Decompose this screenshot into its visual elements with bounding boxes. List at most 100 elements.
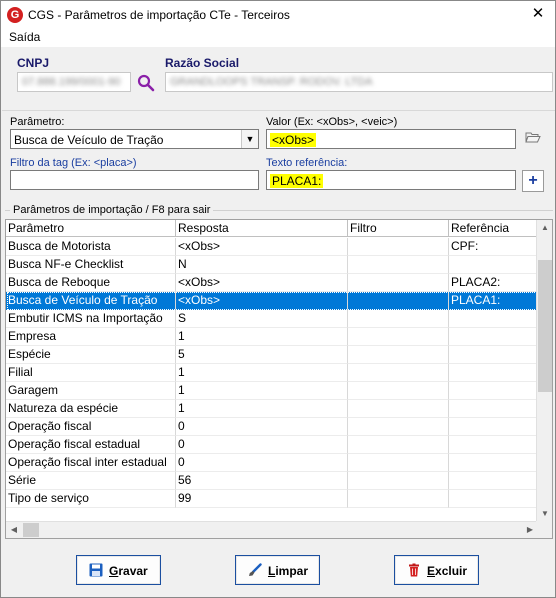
table-cell[interactable]: N: [176, 256, 348, 274]
table-cell[interactable]: [449, 364, 538, 382]
table-cell[interactable]: [449, 490, 538, 508]
column-header-resposta[interactable]: Resposta: [176, 220, 348, 237]
cnpj-field[interactable]: 07.888.199/0001-90: [17, 72, 131, 92]
table-row[interactable]: Tipo de serviço 99: [6, 490, 538, 508]
table-cell[interactable]: [449, 400, 538, 418]
table-cell[interactable]: 0: [176, 454, 348, 472]
table-cell[interactable]: [348, 400, 449, 418]
table-cell[interactable]: [449, 472, 538, 490]
chevron-down-icon[interactable]: ▼: [241, 130, 258, 148]
table-row[interactable]: Busca NF-e Checklist N: [6, 256, 538, 274]
table-row[interactable]: Busca de Veículo de Tração <xObs> PLACA1:: [6, 292, 538, 310]
table-cell[interactable]: [348, 328, 449, 346]
valor-input[interactable]: <xObs>: [266, 129, 516, 149]
table-cell[interactable]: <xObs>: [176, 238, 348, 256]
table-cell[interactable]: <xObs>: [176, 292, 348, 310]
table-cell[interactable]: Filial: [6, 364, 176, 382]
table-row[interactable]: Operação fiscal inter estadual 0: [6, 454, 538, 472]
scroll-down-icon[interactable]: ▼: [537, 506, 552, 522]
table-cell[interactable]: Busca de Reboque: [6, 274, 176, 292]
razao-social-field[interactable]: GRANDLOOPS TRANSP. RODOV. LTDA: [165, 72, 553, 92]
filtro-tag-input[interactable]: [10, 170, 259, 190]
table-cell[interactable]: [348, 490, 449, 508]
table-cell[interactable]: [348, 292, 449, 310]
table-cell[interactable]: [348, 364, 449, 382]
horizontal-scrollbar[interactable]: ◀ ▶: [6, 521, 538, 538]
table-cell[interactable]: [348, 418, 449, 436]
column-header-referencia[interactable]: Referência: [449, 220, 538, 237]
table-cell[interactable]: 5: [176, 346, 348, 364]
table-cell[interactable]: [449, 310, 538, 328]
table-row[interactable]: Série 56: [6, 472, 538, 490]
table-row[interactable]: Embutir ICMS na Importação S: [6, 310, 538, 328]
table-cell[interactable]: 0: [176, 436, 348, 454]
table-cell[interactable]: 99: [176, 490, 348, 508]
table-cell[interactable]: 1: [176, 400, 348, 418]
table-cell[interactable]: Natureza da espécie: [6, 400, 176, 418]
column-header-parametro[interactable]: Parâmetro: [6, 220, 176, 237]
table-cell[interactable]: [348, 454, 449, 472]
table-cell[interactable]: Série: [6, 472, 176, 490]
folder-open-icon[interactable]: [525, 129, 541, 145]
table-cell[interactable]: [449, 382, 538, 400]
table-cell[interactable]: Busca de Veículo de Tração: [6, 292, 176, 310]
table-cell[interactable]: [348, 256, 449, 274]
table-row[interactable]: Busca de Reboque <xObs> PLACA2:: [6, 274, 538, 292]
table-cell[interactable]: PLACA2:: [449, 274, 538, 292]
limpar-button[interactable]: Limpar: [235, 555, 320, 585]
table-row[interactable]: Busca de Motorista <xObs> CPF:: [6, 238, 538, 256]
menu-item-saida[interactable]: Saída: [9, 30, 40, 44]
table-cell[interactable]: Operação fiscal: [6, 418, 176, 436]
table-cell[interactable]: PLACA1:: [449, 292, 538, 310]
table-row[interactable]: Espécie 5: [6, 346, 538, 364]
table-cell[interactable]: Operação fiscal estadual: [6, 436, 176, 454]
vertical-scroll-thumb[interactable]: [538, 260, 552, 392]
table-cell[interactable]: [348, 472, 449, 490]
table-cell[interactable]: 0: [176, 418, 348, 436]
table-cell[interactable]: CPF:: [449, 238, 538, 256]
table-row[interactable]: Garagem 1: [6, 382, 538, 400]
table-cell[interactable]: Busca de Motorista: [6, 238, 176, 256]
table-cell[interactable]: [449, 346, 538, 364]
table-cell[interactable]: Tipo de serviço: [6, 490, 176, 508]
table-row[interactable]: Empresa 1: [6, 328, 538, 346]
table-cell[interactable]: Busca NF-e Checklist: [6, 256, 176, 274]
table-cell[interactable]: [348, 238, 449, 256]
horizontal-scroll-thumb[interactable]: [23, 523, 39, 537]
table-cell[interactable]: [348, 346, 449, 364]
table-cell[interactable]: 1: [176, 328, 348, 346]
table-cell[interactable]: [348, 310, 449, 328]
texto-referencia-input[interactable]: PLACA1:: [266, 170, 516, 190]
table-cell[interactable]: Empresa: [6, 328, 176, 346]
table-cell[interactable]: [348, 274, 449, 292]
column-header-filtro[interactable]: Filtro: [348, 220, 449, 237]
table-cell[interactable]: Embutir ICMS na Importação: [6, 310, 176, 328]
table-row[interactable]: Operação fiscal estadual 0: [6, 436, 538, 454]
table-cell[interactable]: [348, 436, 449, 454]
close-button[interactable]: ✕: [529, 5, 547, 23]
add-button[interactable]: +: [522, 170, 544, 192]
table-cell[interactable]: 1: [176, 382, 348, 400]
excluir-button[interactable]: Excluir: [394, 555, 479, 585]
table-cell[interactable]: Espécie: [6, 346, 176, 364]
vertical-scrollbar[interactable]: ▲ ▼: [536, 220, 552, 522]
search-icon[interactable]: [137, 74, 155, 92]
scroll-up-icon[interactable]: ▲: [537, 220, 552, 236]
scroll-left-icon[interactable]: ◀: [6, 522, 22, 538]
table-cell[interactable]: Operação fiscal inter estadual: [6, 454, 176, 472]
table-cell[interactable]: [348, 382, 449, 400]
table-cell[interactable]: [449, 418, 538, 436]
table-cell[interactable]: [449, 454, 538, 472]
table-cell[interactable]: [449, 256, 538, 274]
table-cell[interactable]: 1: [176, 364, 348, 382]
gravar-button[interactable]: Gravar: [76, 555, 161, 585]
table-cell[interactable]: Garagem: [6, 382, 176, 400]
table-cell[interactable]: [449, 436, 538, 454]
table-cell[interactable]: 56: [176, 472, 348, 490]
parametro-select[interactable]: Busca de Veículo de Tração ▼: [10, 129, 259, 149]
table-cell[interactable]: <xObs>: [176, 274, 348, 292]
table-row[interactable]: Operação fiscal 0: [6, 418, 538, 436]
table-row[interactable]: Filial 1: [6, 364, 538, 382]
table-cell[interactable]: [449, 328, 538, 346]
table-row[interactable]: Natureza da espécie 1: [6, 400, 538, 418]
